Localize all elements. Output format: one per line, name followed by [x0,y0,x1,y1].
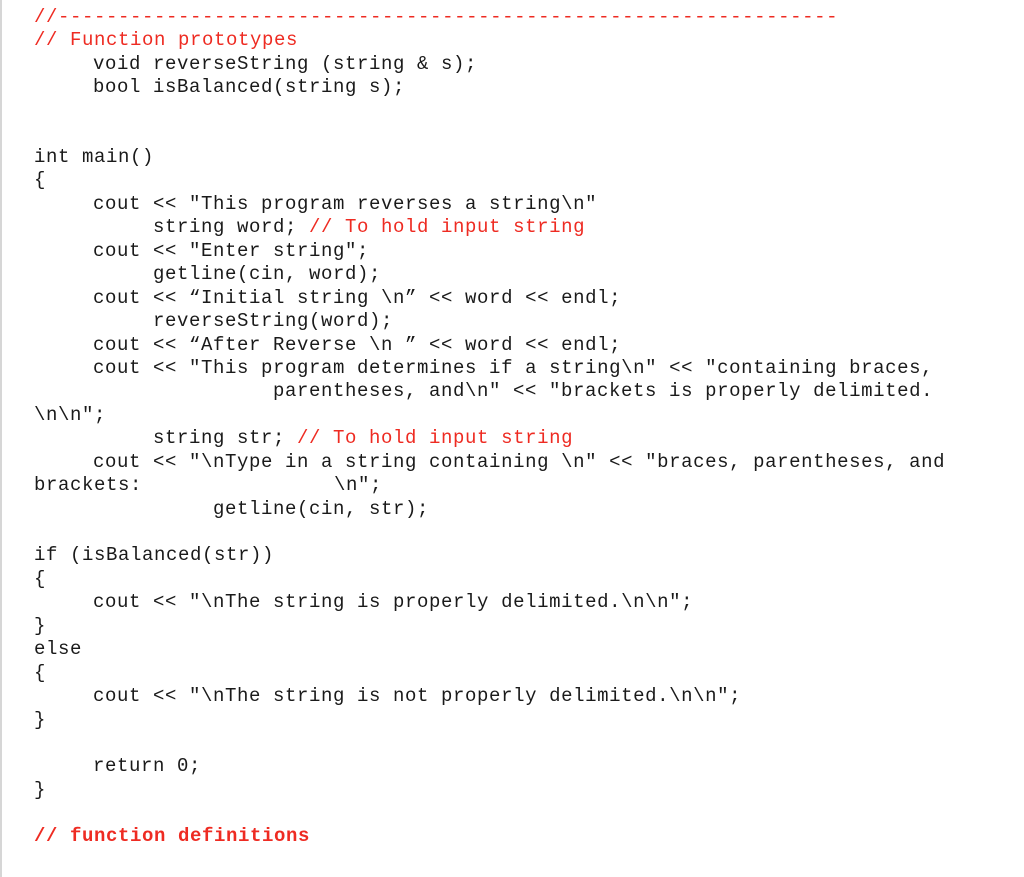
else-open-brace: { [34,662,47,684]
code-line: reverseString(word); [153,310,394,332]
prototype-reverse-string: void reverseString (string & s); [93,53,478,75]
else-close-brace: } [34,709,47,731]
code-line: getline(cin, word); [153,263,382,285]
code-line: cout << “After Reverse \n ” << word << e… [93,334,622,356]
code-line: string word; // To hold input string [153,216,586,238]
inline-comment: // To hold input string [297,427,574,449]
code-line: cout << "This program determines if a st… [93,357,934,379]
code-line: getline(cin, str); [213,498,430,520]
prototypes-comment: // Function prototypes [34,29,299,51]
code-line: parentheses, and\n" << "brackets is prop… [273,380,934,402]
code-document: //--------------------------------------… [0,0,1024,877]
code-line: cout << "Enter string"; [93,240,370,262]
code-line: cout << "\nType in a string containing \… [93,451,946,473]
prototype-is-balanced: bool isBalanced(string s); [93,76,406,98]
else-body: cout << "\nThe string is not properly de… [93,685,742,707]
main-signature: int main() [34,146,155,168]
divider-comment: //--------------------------------------… [34,6,839,28]
inline-comment: // To hold input string [309,216,586,238]
code-line: brackets: \n"; [34,474,383,496]
code-line: cout << “Initial string \n” << word << e… [93,287,622,309]
code-line: cout << "This program reverses a string\… [93,193,598,215]
main-open-brace: { [34,169,47,191]
if-body: cout << "\nThe string is properly delimi… [93,591,694,613]
main-close-brace: } [34,779,47,801]
else-keyword: else [34,638,83,660]
function-definitions-comment: // function definitions [34,825,311,847]
if-statement: if (isBalanced(str)) [34,544,275,566]
code-line: \n\n"; [34,404,107,426]
if-open-brace: { [34,568,47,590]
code-line: string str; // To hold input string [153,427,574,449]
return-statement: return 0; [93,755,202,777]
if-close-brace: } [34,615,47,637]
